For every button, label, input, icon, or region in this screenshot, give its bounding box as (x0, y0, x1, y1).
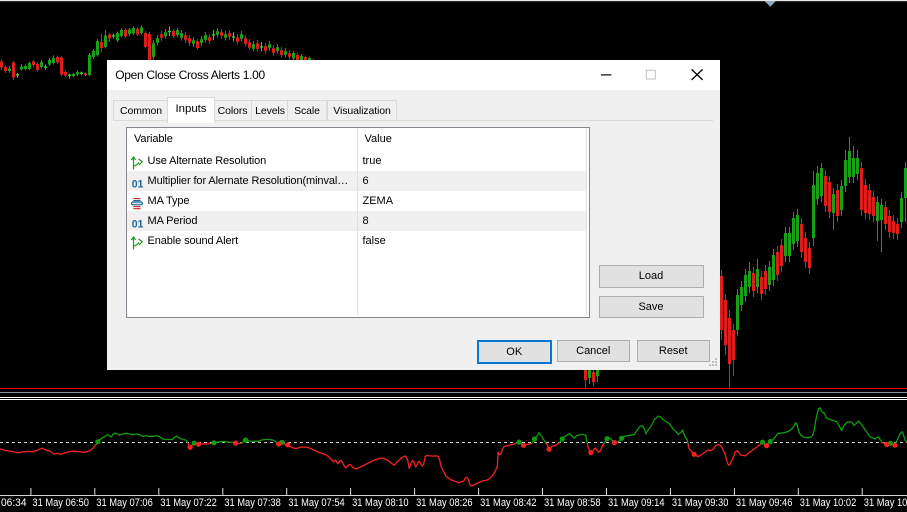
svg-text:06:34: 06:34 (1, 497, 27, 509)
svg-text:31 May 08:10: 31 May 08:10 (352, 497, 409, 509)
svg-text:31 May 08:42: 31 May 08:42 (480, 497, 536, 509)
svg-text:31 May 07:38: 31 May 07:38 (224, 497, 280, 509)
svg-text:31 May 09:14: 31 May 09:14 (608, 497, 665, 509)
svg-text:31 May 07:54: 31 May 07:54 (288, 497, 345, 509)
svg-text:31 May 08:26: 31 May 08:26 (416, 497, 473, 509)
svg-text:31 May 09:30: 31 May 09:30 (672, 497, 729, 509)
svg-text:31 May 07:22: 31 May 07:22 (160, 497, 217, 509)
svg-text:31 May 07:06: 31 May 07:06 (96, 497, 153, 509)
svg-text:31 May 06:50: 31 May 06:50 (32, 497, 89, 509)
svg-text:31 May 10:02: 31 May 10:02 (800, 497, 857, 509)
svg-text:01: 01 (132, 179, 144, 191)
svg-text:31 May 10:18: 31 May 10:18 (864, 497, 907, 509)
svg-text:01: 01 (132, 219, 144, 231)
svg-text:31 May 08:58: 31 May 08:58 (544, 497, 601, 509)
svg-text:31 May 09:46: 31 May 09:46 (736, 497, 793, 509)
